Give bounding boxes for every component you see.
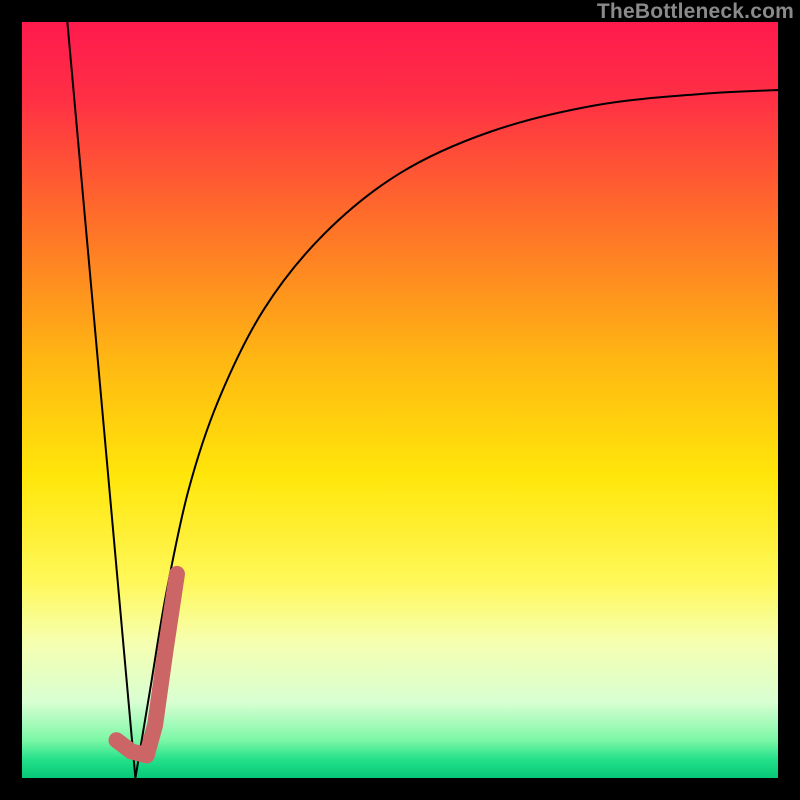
chart-frame: TheBottleneck.com xyxy=(0,0,800,800)
curves-layer xyxy=(22,22,778,778)
curve-left-edge xyxy=(67,22,135,778)
plot-area xyxy=(22,22,778,778)
watermark-text: TheBottleneck.com xyxy=(597,0,794,24)
curve-main xyxy=(135,90,778,778)
